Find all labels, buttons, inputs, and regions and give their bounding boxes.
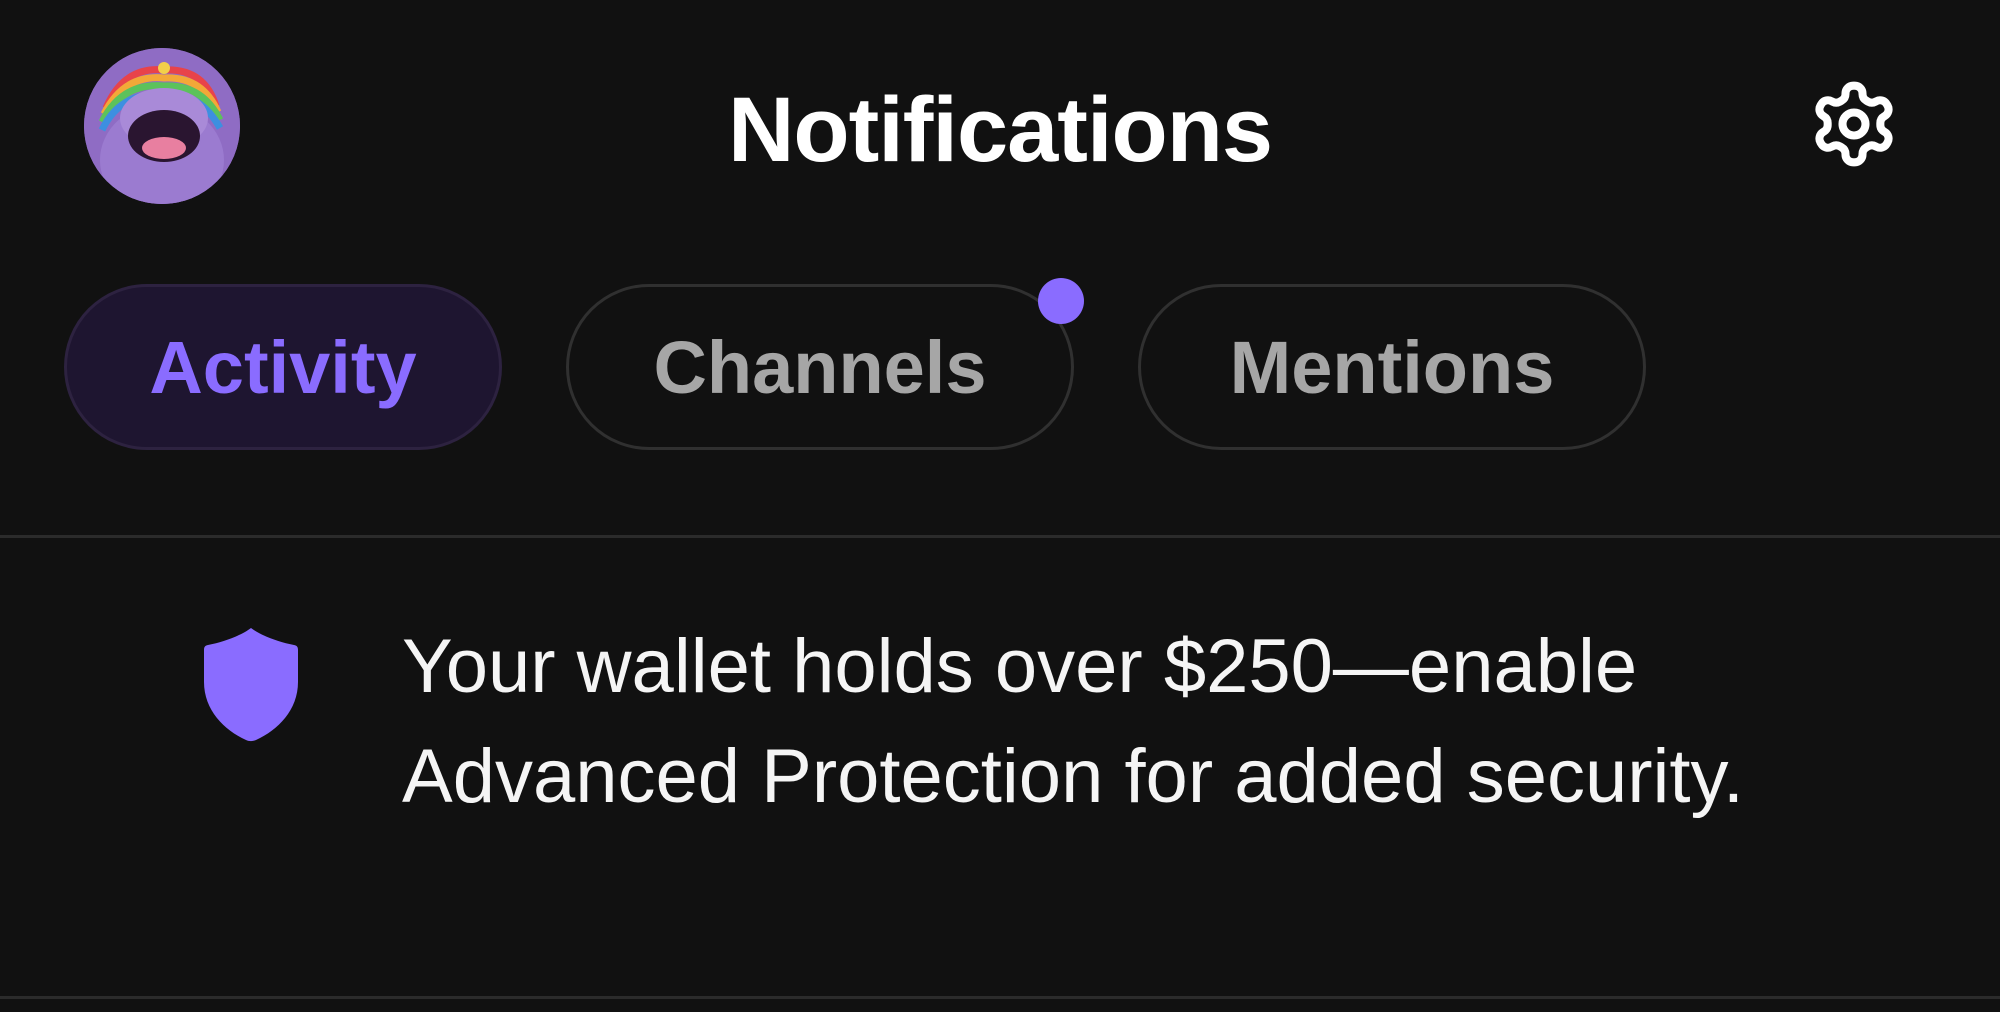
page-title: Notifications: [727, 79, 1273, 181]
tab-mentions[interactable]: Mentions: [1138, 284, 1646, 450]
unread-indicator-dot: [1038, 278, 1084, 324]
tab-channels[interactable]: Channels: [566, 284, 1074, 450]
notifications-screen: Notifications Activity Channels Mentions…: [0, 0, 2000, 1012]
divider: [0, 535, 2000, 538]
tab-label: Mentions: [1229, 325, 1555, 409]
tab-activity[interactable]: Activity: [64, 284, 502, 450]
settings-button[interactable]: [1808, 78, 1900, 170]
shield-icon: [204, 628, 298, 742]
notification-message[interactable]: Your wallet holds over $250—enable Advan…: [402, 612, 1942, 832]
divider: [0, 996, 2000, 999]
tab-label: Activity: [149, 325, 417, 409]
tab-label: Channels: [653, 325, 987, 409]
notification-icon-wrapper: [202, 626, 300, 744]
gear-icon: [1815, 81, 1893, 167]
